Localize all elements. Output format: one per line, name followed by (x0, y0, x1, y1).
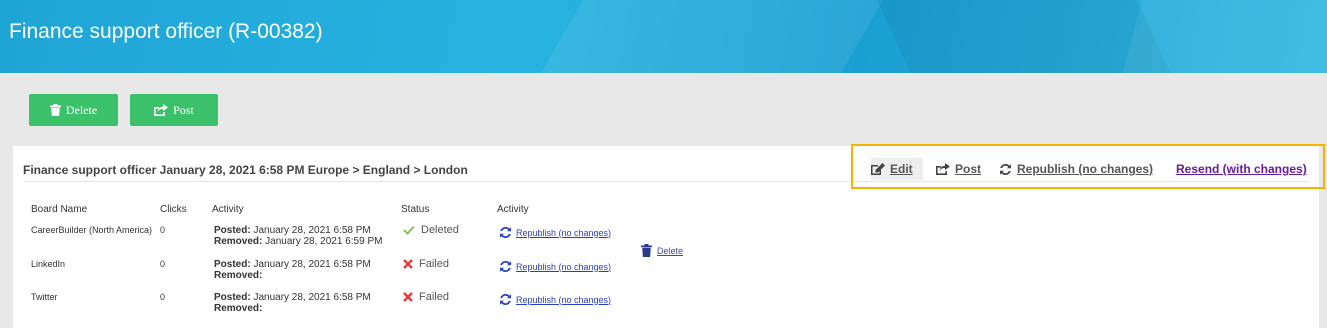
posted-label: Posted: (214, 292, 251, 303)
clicks-count: 0 (160, 225, 166, 235)
republish-row-label: Republish (no changes) (516, 294, 612, 305)
status-badge: Failed (403, 291, 449, 303)
board-name: CareerBuilder (North America) (31, 225, 153, 235)
post-button[interactable]: Post (130, 94, 218, 126)
column-header-clicks: Clicks (160, 204, 187, 215)
page-header: Finance support officer (R-00382) (0, 0, 1327, 73)
board-name: Twitter (31, 292, 58, 302)
removed-label: Removed: (214, 236, 263, 247)
posting-title: Finance support officer January 28, 2021… (23, 163, 468, 177)
clicks-count: 0 (160, 259, 166, 269)
board-name: LinkedIn (31, 259, 66, 269)
header-decoration (513, 0, 907, 73)
republish-link[interactable]: Republish (no changes) (999, 162, 1153, 176)
post-button-label: Post (173, 102, 194, 117)
column-header-board-name: Board Name (31, 204, 88, 215)
post-label: Post (955, 162, 982, 176)
clicks-count: 0 (160, 292, 166, 302)
header-decoration (1109, 0, 1327, 73)
column-header-activity: Activity (212, 204, 244, 215)
status-text: Failed (419, 291, 449, 303)
share-icon (936, 163, 950, 175)
column-header-activity-2: Activity (497, 204, 529, 215)
republish-row-label: Republish (no changes) (516, 227, 612, 238)
posted-label: Posted: (214, 225, 251, 236)
removed-label: Removed: (214, 270, 263, 281)
job-posting-card: Finance support officer January 28, 2021… (13, 144, 1325, 328)
page-title: Finance support officer (R-00382) (9, 20, 323, 43)
edit-icon (871, 163, 885, 175)
posted-label: Posted: (214, 259, 251, 270)
trash-icon (49, 104, 61, 116)
removed-date: January 28, 2021 6:59 PM (265, 236, 383, 247)
status-badge: Deleted (403, 224, 459, 236)
post-link[interactable]: Post (936, 162, 981, 176)
republish-label: Republish (no changes) (1017, 162, 1154, 176)
delete-row-label: Delete (657, 245, 684, 256)
refresh-icon (1000, 163, 1011, 175)
x-icon (403, 259, 413, 269)
republish-row-link[interactable]: Republish (no changes) (499, 226, 611, 239)
delete-button[interactable]: Delete (29, 94, 118, 126)
activity-dates: Posted: January 28, 2021 6:58 PM Removed… (214, 292, 371, 314)
delete-button-label: Delete (65, 102, 98, 117)
republish-row-link[interactable]: Republish (no changes) (499, 293, 611, 306)
refresh-icon (500, 260, 511, 273)
republish-row-link[interactable]: Republish (no changes) (499, 260, 611, 273)
trash-icon (641, 244, 652, 257)
share-icon (154, 104, 169, 116)
removed-label: Removed: (214, 303, 263, 314)
status-text: Deleted (421, 224, 459, 236)
check-icon (403, 225, 415, 235)
activity-dates: Posted: January 28, 2021 6:58 PM Removed… (214, 259, 371, 281)
posted-date: January 28, 2021 6:58 PM (253, 225, 371, 236)
posted-date: January 28, 2021 6:58 PM (253, 259, 371, 270)
column-header-status: Status (401, 204, 430, 215)
activity-dates: Posted: January 28, 2021 6:58 PM Removed… (214, 225, 382, 247)
posted-date: January 28, 2021 6:58 PM (253, 292, 371, 303)
status-badge: Failed (403, 258, 449, 270)
edit-link[interactable]: Edit (871, 162, 913, 176)
delete-row-link[interactable]: Delete (641, 244, 683, 257)
status-text: Failed (419, 258, 449, 270)
refresh-icon (500, 293, 511, 306)
edit-label: Edit (890, 162, 913, 176)
x-icon (403, 292, 413, 302)
resend-link[interactable]: Resend (with changes) (1176, 162, 1307, 176)
refresh-icon (500, 226, 511, 239)
republish-row-label: Republish (no changes) (516, 261, 612, 272)
